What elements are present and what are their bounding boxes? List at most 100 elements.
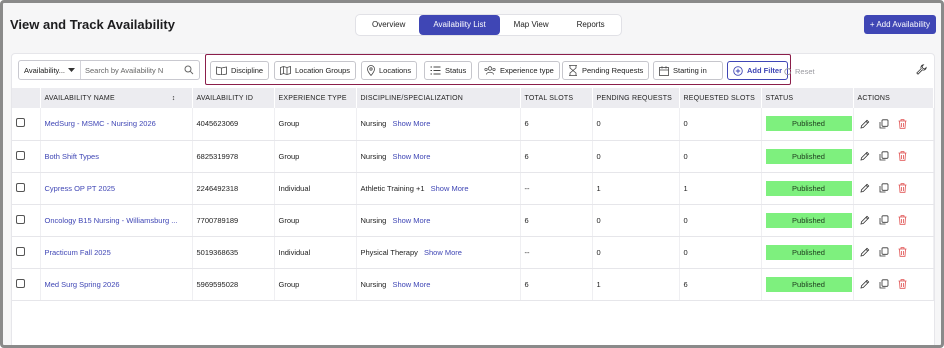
availability-name-cell: Both Shift Types xyxy=(40,140,193,173)
discipline-extra-count: +1 xyxy=(415,183,425,193)
edit-pencil-icon[interactable] xyxy=(859,279,870,289)
show-more-link[interactable]: Show More xyxy=(392,152,430,161)
availability-id: 2246492318 xyxy=(192,172,275,205)
discipline-cell: Nursing Show More xyxy=(356,204,521,237)
experience-type: Individual xyxy=(274,236,357,269)
plus-circle-icon xyxy=(733,65,743,76)
requested-slots: 0 xyxy=(679,140,762,173)
book-icon xyxy=(216,66,227,75)
search-field-select-value: Availability... xyxy=(24,65,65,75)
tab-reports[interactable]: Reports xyxy=(563,15,619,35)
table-row: Med Surg Spring 2026 5969595028 Group Nu… xyxy=(12,268,934,301)
filter-location-groups[interactable]: Location Groups xyxy=(274,61,357,80)
tab-availability-list[interactable]: Availability List xyxy=(419,15,500,35)
add-availability-button[interactable]: + Add Availability xyxy=(863,15,936,34)
map-icon xyxy=(280,66,291,75)
add-filter-button[interactable]: Add Filter xyxy=(727,61,788,80)
filter-pending-requests[interactable]: Pending Requests xyxy=(562,61,650,80)
experience-type: Group xyxy=(274,108,357,141)
filter-status[interactable]: Status xyxy=(424,61,473,80)
status-cell: Published xyxy=(761,204,854,237)
copy-icon[interactable] xyxy=(879,119,889,129)
refresh-icon xyxy=(784,67,792,75)
copy-icon[interactable] xyxy=(879,151,889,161)
delete-trash-icon[interactable] xyxy=(898,151,907,161)
filter-discipline-label: Discipline xyxy=(231,66,264,75)
delete-trash-icon[interactable] xyxy=(898,247,907,257)
search-group: Availability... Search by Availability N xyxy=(18,60,200,80)
status-badge: Published xyxy=(765,180,852,196)
show-more-link[interactable]: Show More xyxy=(392,216,430,225)
search-field-select[interactable]: Availability... xyxy=(19,61,81,79)
column-header-id: AVAILABILITY ID xyxy=(192,88,275,108)
availability-name-link[interactable]: Med Surg Spring 2026 xyxy=(45,280,120,289)
show-more-link[interactable]: Show More xyxy=(392,280,430,289)
filter-experience-type[interactable]: Experience type xyxy=(478,61,560,80)
availability-name-link[interactable]: Practicum Fall 2025 xyxy=(45,248,111,257)
column-header-name[interactable]: AVAILABILITY NAME ↕ xyxy=(40,88,193,108)
column-name-label: AVAILABILITY NAME xyxy=(44,94,115,102)
availability-name-link[interactable]: Oncology B15 Nursing - Williamsburg ... xyxy=(45,216,178,225)
filter-starting-in[interactable]: Starting in xyxy=(653,61,723,80)
tab-map-view[interactable]: Map View xyxy=(500,15,563,35)
search-input[interactable]: Search by Availability N xyxy=(81,65,199,75)
row-checkbox[interactable] xyxy=(16,246,25,256)
row-checkbox[interactable] xyxy=(16,150,25,160)
search-icon xyxy=(184,65,194,75)
pending-requests: 1 xyxy=(592,268,680,301)
row-checkbox[interactable] xyxy=(16,214,25,224)
edit-pencil-icon[interactable] xyxy=(859,183,870,193)
filter-locations[interactable]: Locations xyxy=(361,61,418,80)
availability-name-cell: Med Surg Spring 2026 xyxy=(40,268,193,301)
row-checkbox[interactable] xyxy=(16,278,25,288)
edit-pencil-icon[interactable] xyxy=(859,119,870,129)
page-title: View and Track Availability xyxy=(10,17,175,32)
show-more-link[interactable]: Show More xyxy=(424,248,462,257)
calendar-icon xyxy=(659,65,669,76)
copy-icon[interactable] xyxy=(879,247,889,257)
reset-button[interactable]: Reset xyxy=(784,67,815,76)
actions-cell xyxy=(853,172,934,205)
filter-discipline[interactable]: Discipline xyxy=(210,61,270,80)
actions-cell xyxy=(853,108,934,141)
delete-trash-icon[interactable] xyxy=(898,119,907,129)
add-filter-label: Add Filter xyxy=(747,66,782,75)
availability-id: 4045623069 xyxy=(192,108,275,141)
row-checkbox[interactable] xyxy=(16,118,25,128)
total-slots: 6 xyxy=(520,108,593,141)
availability-name-link[interactable]: Cypress OP PT 2025 xyxy=(45,184,116,193)
select-all-header xyxy=(12,88,41,108)
edit-pencil-icon[interactable] xyxy=(859,247,870,257)
edit-pencil-icon[interactable] xyxy=(859,151,870,161)
total-slots: -- xyxy=(520,236,593,269)
show-more-link[interactable]: Show More xyxy=(431,184,469,193)
row-checkbox[interactable] xyxy=(16,182,25,192)
actions-cell xyxy=(853,236,934,269)
sort-icon[interactable]: ↕ xyxy=(172,95,176,102)
row-checkbox-cell xyxy=(12,172,41,205)
delete-trash-icon[interactable] xyxy=(898,183,907,193)
users-icon xyxy=(484,66,496,75)
availability-name-link[interactable]: MedSurg - MSMC - Nursing 2026 xyxy=(45,119,156,128)
experience-type: Group xyxy=(274,140,357,173)
availability-id: 7700789189 xyxy=(192,204,275,237)
copy-icon[interactable] xyxy=(879,279,889,289)
show-more-link[interactable]: Show More xyxy=(392,119,430,128)
tab-overview[interactable]: Overview xyxy=(358,15,419,35)
row-checkbox-cell xyxy=(12,140,41,173)
filter-pending-requests-label: Pending Requests xyxy=(582,66,644,75)
delete-trash-icon[interactable] xyxy=(898,215,907,225)
edit-pencil-icon[interactable] xyxy=(859,215,870,225)
total-slots: 6 xyxy=(520,268,593,301)
experience-type: Group xyxy=(274,204,357,237)
copy-icon[interactable] xyxy=(879,183,889,193)
discipline-cell: Physical Therapy Show More xyxy=(356,236,521,269)
copy-icon[interactable] xyxy=(879,215,889,225)
hourglass-icon xyxy=(569,65,577,76)
pending-requests: 0 xyxy=(592,204,680,237)
pending-requests: 0 xyxy=(592,140,680,173)
column-header-status: STATUS xyxy=(761,88,854,108)
delete-trash-icon[interactable] xyxy=(898,279,907,289)
availability-name-link[interactable]: Both Shift Types xyxy=(45,152,99,161)
wrench-icon[interactable] xyxy=(916,64,927,75)
